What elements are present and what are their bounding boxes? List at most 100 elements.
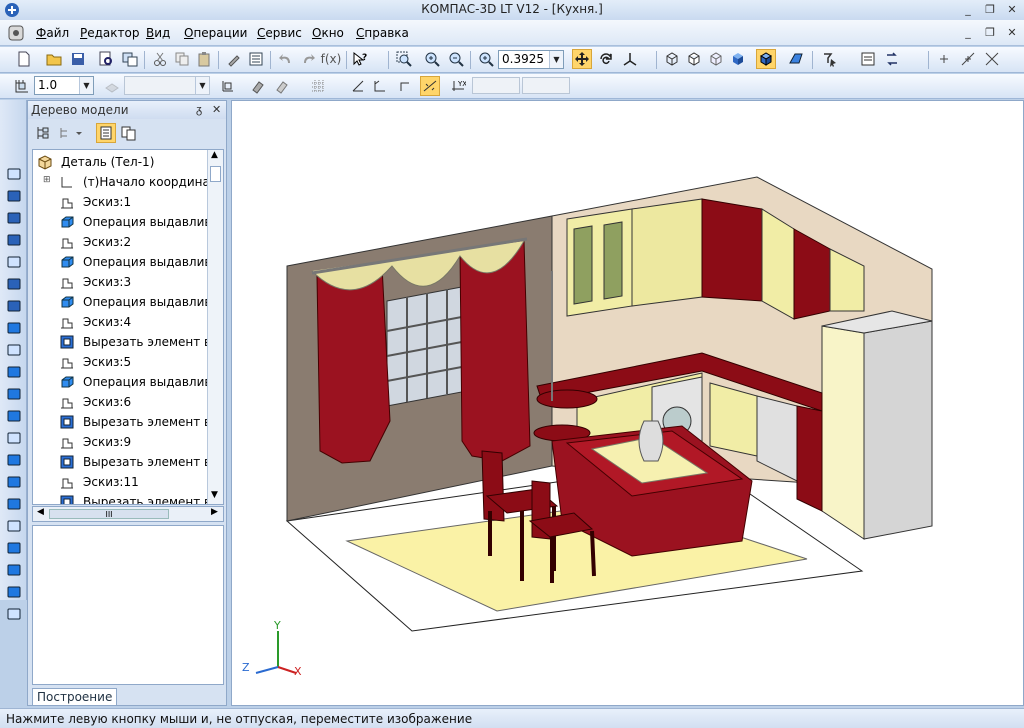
close-panel-button[interactable]: ✕ — [212, 103, 221, 116]
tree-item[interactable]: Вырезать элемент выдавливания — [33, 332, 223, 352]
surfaces-button[interactable] — [4, 318, 23, 337]
coord-y-field[interactable] — [522, 77, 570, 94]
coord-x-field[interactable] — [472, 77, 520, 94]
doc-restore-button[interactable]: ❐ — [982, 26, 998, 40]
grid-button[interactable] — [308, 76, 328, 96]
measurement-button[interactable] — [4, 252, 23, 271]
hidden-lines-button[interactable] — [684, 49, 704, 69]
chevron-down-icon[interactable]: ▼ — [549, 51, 563, 68]
filter-button[interactable] — [820, 49, 840, 69]
menu-window[interactable]: Окно — [312, 26, 344, 40]
save-button[interactable] — [68, 49, 88, 69]
scroll-right-icon[interactable]: ▶ — [211, 507, 218, 517]
format-button[interactable] — [224, 49, 244, 69]
manager-button[interactable] — [120, 49, 140, 69]
scroll-left-icon[interactable]: ◀ — [37, 507, 44, 517]
preview-button[interactable] — [96, 49, 116, 69]
vertical-scrollbar[interactable]: ▲ ▼ — [207, 150, 223, 504]
sketch-pencil-button[interactable] — [4, 208, 23, 227]
doc-minimize-button[interactable]: _ — [960, 26, 976, 40]
scroll-up-icon[interactable]: ▲ — [211, 150, 218, 160]
parametrize-button[interactable] — [420, 76, 440, 96]
tab-construction[interactable]: Построение — [32, 688, 118, 706]
step-combo[interactable]: 1.0 ▼ — [34, 76, 94, 95]
color-tool-button[interactable] — [4, 604, 23, 623]
relations-button[interactable] — [118, 123, 138, 143]
chamfer-tool-button[interactable] — [4, 428, 23, 447]
rotate-button[interactable] — [596, 49, 616, 69]
cut-button[interactable] — [150, 49, 170, 69]
tree-item[interactable]: Эскиз:6 — [33, 392, 223, 412]
menu-help[interactable]: Справка — [356, 26, 409, 40]
axis-button[interactable] — [982, 49, 1002, 69]
variables-button[interactable]: f(x) — [318, 49, 344, 69]
tree-item[interactable]: Вырезать элемент выдавливания — [33, 492, 223, 504]
tree-item[interactable]: Операция выдавливания — [33, 292, 223, 312]
layer-combo[interactable]: ▼ — [124, 76, 210, 95]
thin-lines-button[interactable] — [706, 49, 726, 69]
wireframe-button[interactable] — [662, 49, 682, 69]
zoom-in-button[interactable] — [422, 49, 442, 69]
tree-item[interactable]: Операция выдавливания — [33, 212, 223, 232]
measure-button[interactable] — [858, 49, 878, 69]
rib-tool-button[interactable] — [4, 472, 23, 491]
mirror-tool-button[interactable] — [4, 516, 23, 535]
edit-details-button[interactable] — [4, 164, 23, 183]
perspective-button[interactable] — [786, 49, 806, 69]
doc-close-button[interactable]: ✕ — [1004, 26, 1020, 40]
copy-button[interactable] — [172, 49, 192, 69]
properties-button[interactable] — [246, 49, 266, 69]
pin-icon[interactable]: ᵹ — [196, 103, 202, 116]
scroll-down-icon[interactable]: ▼ — [211, 490, 218, 500]
cut-tool-button[interactable] — [4, 362, 23, 381]
expand-icon[interactable]: ⊞ — [43, 175, 51, 185]
model-viewport[interactable]: Y X Z — [231, 100, 1024, 706]
library-tool-button[interactable] — [4, 582, 23, 601]
scroll-thumb[interactable] — [210, 166, 221, 182]
chevron-down-icon[interactable]: ▼ — [195, 77, 209, 94]
undo-button[interactable] — [276, 49, 296, 69]
chevron-down-icon[interactable]: ▼ — [79, 77, 93, 94]
angle-button[interactable] — [370, 76, 390, 96]
orto-button[interactable] — [348, 76, 368, 96]
array-tool-button[interactable] — [4, 384, 23, 403]
pan-button[interactable] — [572, 49, 592, 69]
rebuild-button[interactable] — [882, 49, 902, 69]
scroll-thumb[interactable]: III — [49, 509, 169, 519]
tree-item[interactable]: ⊞ (т)Начало координат — [33, 172, 223, 192]
sort-button[interactable] — [96, 123, 116, 143]
tree-item[interactable]: Эскиз:2 — [33, 232, 223, 252]
menu-editor[interactable]: Редактор — [80, 26, 139, 40]
cs-button[interactable] — [218, 76, 238, 96]
redo-button[interactable] — [298, 49, 318, 69]
tree-item[interactable]: Операция выдавливания — [33, 252, 223, 272]
select-button[interactable] — [4, 296, 23, 315]
tree-item[interactable]: Эскиз:5 — [33, 352, 223, 372]
open-button[interactable] — [44, 49, 64, 69]
tree-view-button[interactable] — [32, 123, 52, 143]
horizontal-scrollbar[interactable]: ◀ III ▶ — [32, 506, 224, 522]
zoom-window-button[interactable] — [394, 49, 414, 69]
menu-file[interactable]: Файл — [36, 26, 69, 40]
point-button[interactable] — [934, 49, 954, 69]
zoom-combo[interactable]: 0.3925 ▼ — [498, 50, 564, 69]
layer-button[interactable] — [102, 76, 122, 96]
spline-button[interactable] — [4, 186, 23, 205]
tree-item[interactable]: Эскиз:3 — [33, 272, 223, 292]
tree-item[interactable]: Эскиз:11 — [33, 472, 223, 492]
dimensions-button[interactable] — [4, 230, 23, 249]
document-icon[interactable] — [8, 25, 24, 41]
close-button[interactable]: ✕ — [1004, 3, 1020, 17]
menu-view[interactable]: Вид — [146, 26, 170, 40]
round-button[interactable] — [396, 76, 416, 96]
restore-button[interactable]: ❐ — [982, 3, 998, 17]
paste-button[interactable] — [194, 49, 214, 69]
shell-tool-button[interactable] — [4, 450, 23, 469]
zoom-out-button[interactable] — [446, 49, 466, 69]
grid-step-button[interactable] — [12, 76, 32, 96]
minimize-button[interactable]: _ — [960, 3, 976, 17]
context-help-button[interactable]: ? — [350, 49, 370, 69]
coords-button[interactable]: YX — [448, 76, 468, 96]
spatial-curves-button[interactable] — [4, 274, 23, 293]
zoom-scale-button[interactable] — [476, 49, 496, 69]
